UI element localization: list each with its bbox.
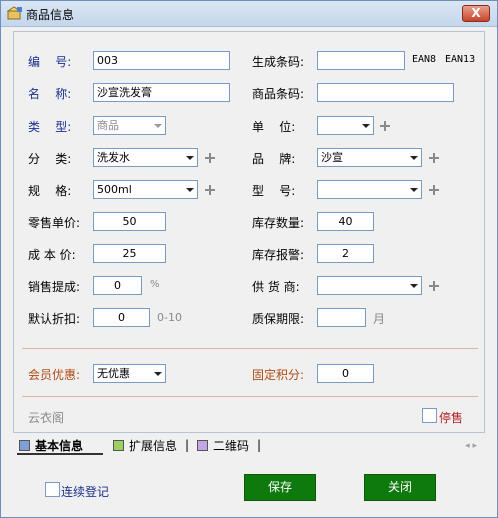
chevron-down-icon — [154, 124, 162, 128]
ean8-button[interactable]: EAN8 — [412, 54, 436, 65]
add-model-icon[interactable] — [429, 185, 439, 195]
name-label: 名 称: — [28, 87, 72, 101]
continuous-register-label: 连续登记 — [61, 485, 110, 499]
fixed-points-label: 固定积分: — [252, 368, 305, 382]
stock-qty-field[interactable]: 40 — [317, 212, 374, 231]
name-field[interactable]: 沙宣洗发膏 — [93, 83, 230, 102]
brand-label: 品 牌: — [252, 152, 296, 166]
tab-extended-info[interactable]: 扩展信息 — [111, 437, 191, 455]
add-spec-icon[interactable] — [205, 185, 215, 195]
cost-price-label: 成 本 价: — [28, 248, 76, 262]
close-window-button[interactable]: X — [462, 5, 490, 22]
unit-select[interactable] — [317, 116, 374, 135]
category-select-value: 洗发水 — [97, 151, 130, 164]
spec-select-value: 500ml — [97, 183, 132, 196]
window-title: 商品信息 — [26, 8, 75, 22]
stock-alert-label: 库存报警: — [252, 248, 305, 262]
type-label: 类 型: — [28, 120, 72, 134]
product-barcode-field[interactable] — [317, 83, 454, 102]
discount-field[interactable]: 0 — [93, 308, 150, 327]
unit-label: 单 位: — [252, 120, 296, 134]
shelf-life-unit: 月 — [373, 312, 386, 326]
barcode-gen-field[interactable] — [317, 51, 405, 70]
discontinued-checkbox[interactable] — [422, 408, 437, 423]
chevron-down-icon — [410, 188, 418, 192]
product-barcode-label: 商品条码: — [252, 87, 305, 101]
model-select[interactable] — [317, 180, 422, 199]
chevron-down-icon — [186, 156, 194, 160]
discontinued-label: 停售 — [439, 411, 464, 425]
tab-scroll-arrows[interactable]: ◂ ▸ — [465, 441, 477, 451]
discount-label: 默认折扣: — [28, 312, 81, 326]
tab-label: 基本信息 — [35, 439, 84, 453]
tab-separator: | — [257, 438, 262, 452]
tab-qrcode[interactable]: 二维码 — [195, 437, 265, 455]
commission-unit: % — [150, 279, 160, 290]
window-app-icon — [7, 6, 22, 20]
brand-select[interactable]: 沙宣 — [317, 148, 422, 167]
shelf-life-label: 质保期限: — [252, 312, 305, 326]
barcode-gen-label: 生成条码: — [252, 55, 305, 69]
tab-color-swatch — [19, 440, 30, 451]
retail-price-field[interactable]: 50 — [93, 212, 166, 231]
cost-price-field[interactable]: 25 — [93, 244, 166, 263]
product-info-window: 商品信息 X 编 号: 003 生成条码: EAN8 EAN13 名 称: 沙宣… — [0, 0, 498, 518]
tab-color-swatch — [197, 440, 208, 451]
member-discount-select-value: 无优惠 — [97, 367, 130, 380]
form-panel: 编 号: 003 生成条码: EAN8 EAN13 名 称: 沙宣洗发膏 商品条… — [13, 31, 485, 433]
add-category-icon[interactable] — [205, 153, 215, 163]
category-select[interactable]: 洗发水 — [93, 148, 198, 167]
discount-range: 0-10 — [157, 311, 182, 324]
tab-color-swatch — [113, 440, 124, 451]
stock-alert-field[interactable]: 2 — [317, 244, 374, 263]
section-divider — [22, 396, 478, 397]
close-button[interactable]: 关闭 — [364, 474, 436, 501]
brand-text: 云衣阁 — [28, 411, 65, 425]
tab-label: 二维码 — [213, 439, 250, 453]
code-field[interactable]: 003 — [93, 51, 230, 70]
commission-label: 销售提成: — [28, 280, 81, 294]
code-label: 编 号: — [28, 55, 72, 69]
tab-bar: 基本信息 扩展信息 | 二维码 | ◂ ▸ — [13, 437, 485, 455]
member-discount-label: 会员优惠: — [28, 368, 81, 382]
add-supplier-icon[interactable] — [429, 281, 439, 291]
type-select[interactable]: 商品 — [93, 116, 166, 135]
chevron-down-icon — [154, 372, 162, 376]
tab-basic-info[interactable]: 基本信息 — [17, 437, 103, 455]
member-discount-select[interactable]: 无优惠 — [93, 364, 166, 383]
chevron-down-icon — [186, 188, 194, 192]
supplier-select[interactable] — [317, 276, 422, 295]
tab-label: 扩展信息 — [129, 439, 178, 453]
spec-label: 规 格: — [28, 184, 72, 198]
spec-select[interactable]: 500ml — [93, 180, 198, 199]
brand-select-value: 沙宣 — [321, 151, 343, 164]
title-bar: 商品信息 X — [1, 1, 497, 27]
fixed-points-field[interactable]: 0 — [317, 364, 374, 383]
ean13-button[interactable]: EAN13 — [445, 54, 475, 65]
chevron-down-icon — [362, 124, 370, 128]
supplier-label: 供 货 商: — [252, 280, 300, 294]
type-select-value: 商品 — [97, 119, 119, 132]
continuous-register-checkbox[interactable] — [45, 482, 60, 497]
shelf-life-field[interactable] — [317, 308, 366, 327]
add-brand-icon[interactable] — [429, 153, 439, 163]
commission-field[interactable]: 0 — [93, 276, 142, 295]
chevron-down-icon — [410, 284, 418, 288]
tab-separator: | — [185, 438, 190, 452]
retail-price-label: 零售单价: — [28, 216, 81, 230]
save-button[interactable]: 保存 — [244, 474, 316, 501]
stock-qty-label: 库存数量: — [252, 216, 305, 230]
chevron-down-icon — [410, 156, 418, 160]
model-label: 型 号: — [252, 184, 296, 198]
add-unit-icon[interactable] — [380, 121, 390, 131]
category-label: 分 类: — [28, 152, 72, 166]
section-divider — [22, 348, 478, 349]
